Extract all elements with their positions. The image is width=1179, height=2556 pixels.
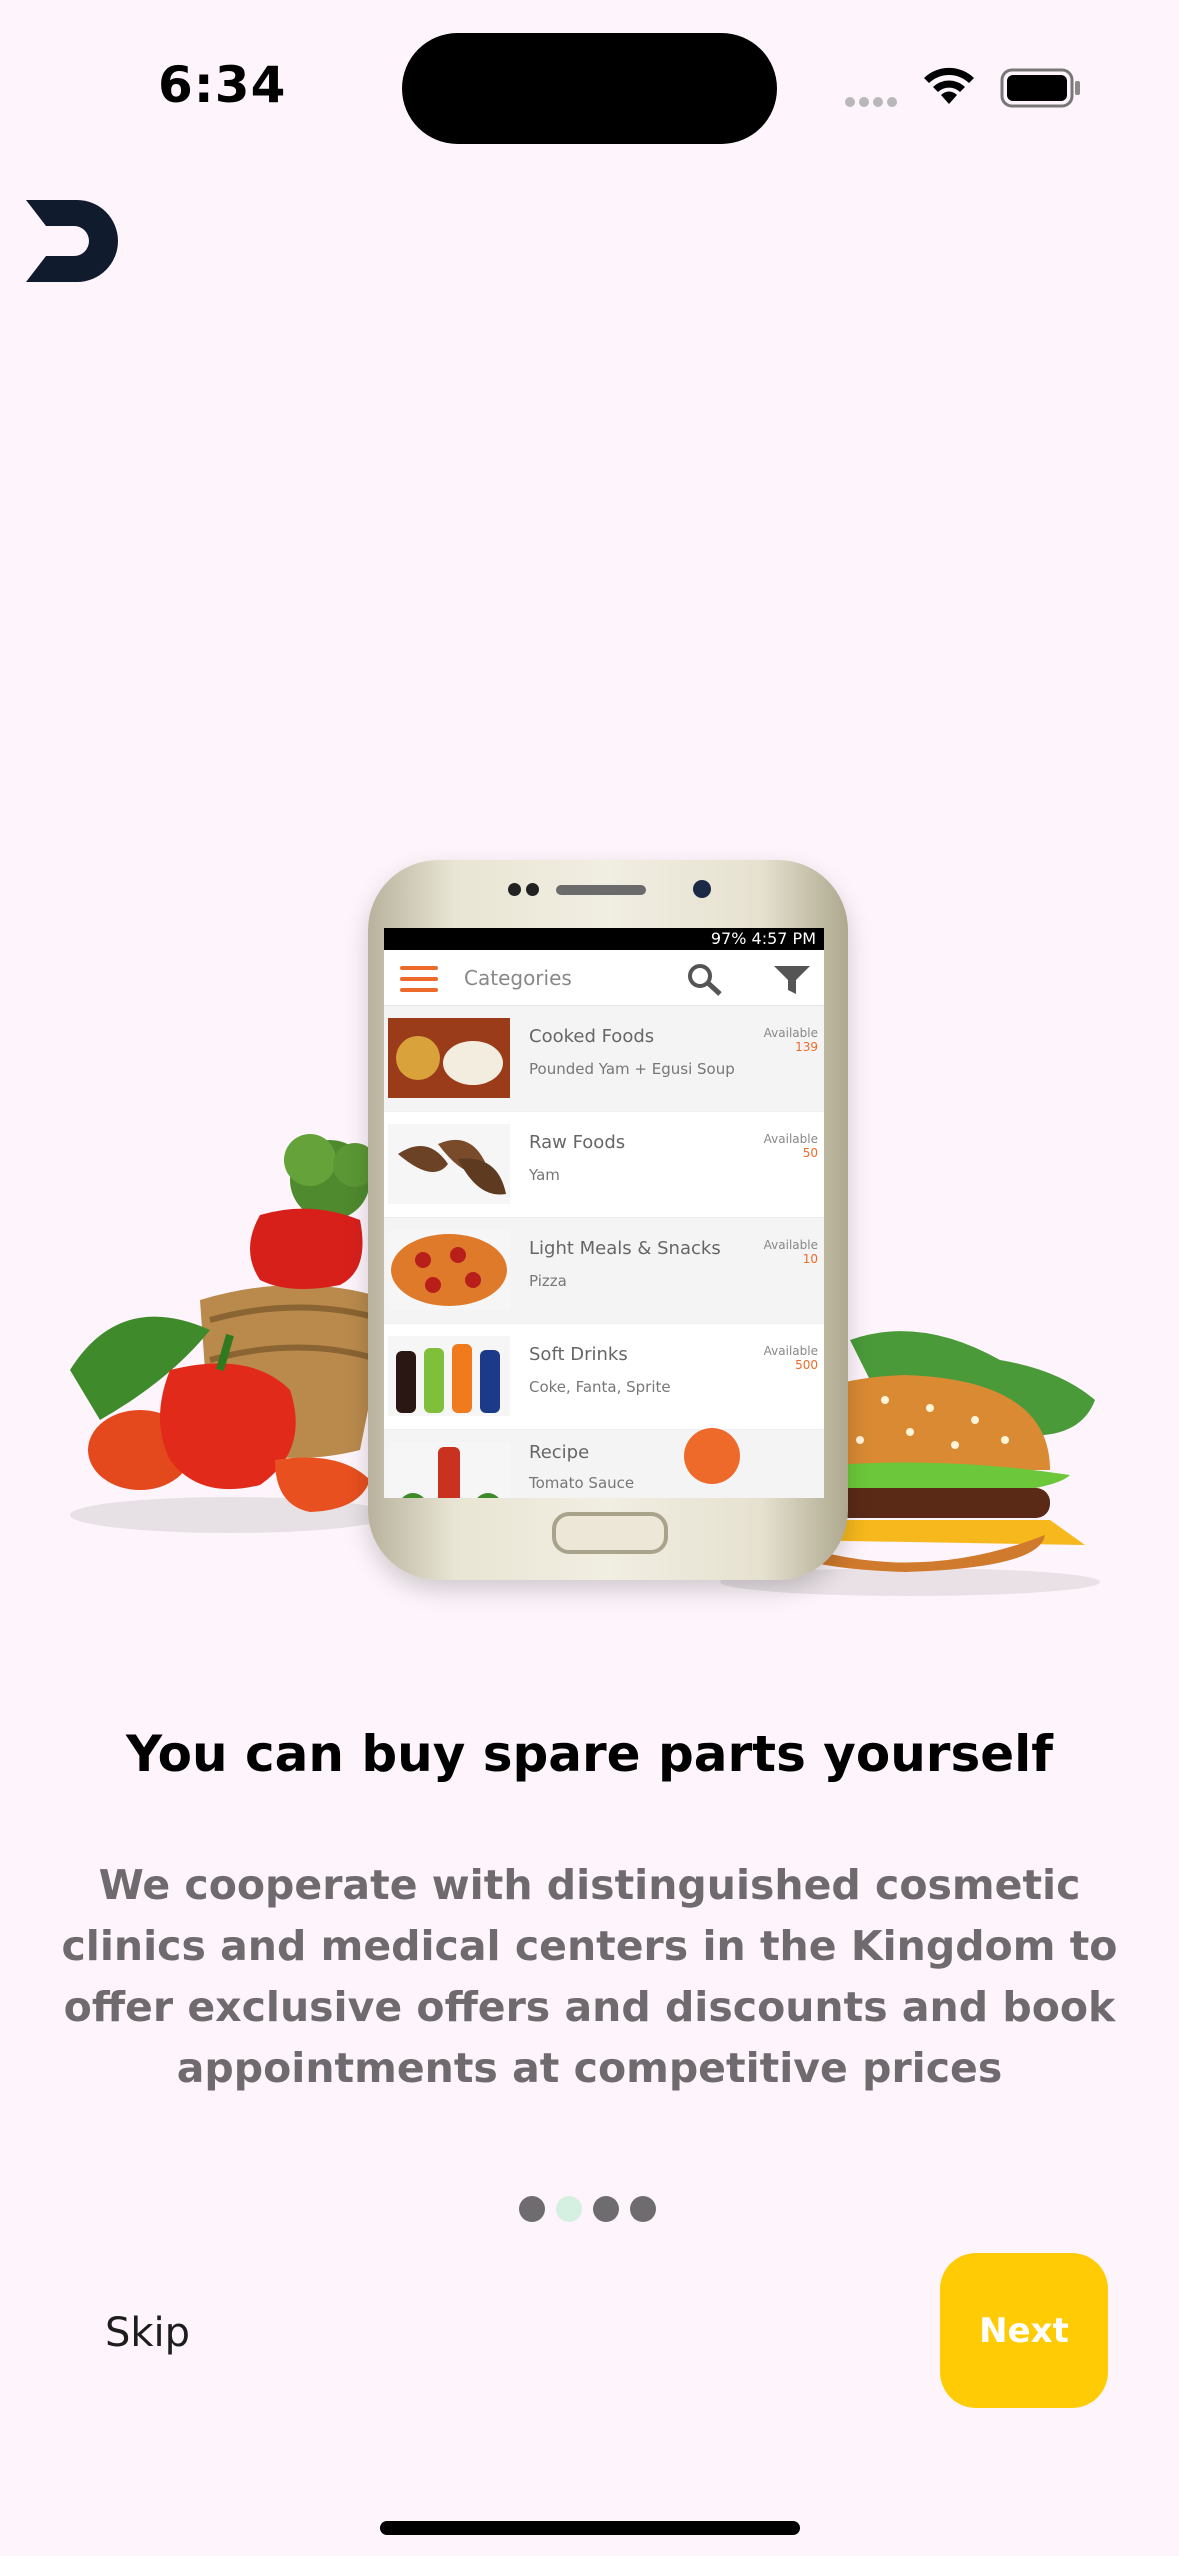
onboarding-title: You can buy spare parts yourself: [125, 1725, 1054, 1783]
category-image: [388, 1336, 510, 1416]
phone-sensor: [508, 883, 521, 896]
dynamic-island: [402, 33, 777, 144]
wifi-icon: [924, 67, 974, 104]
category-sub: Pounded Yam + Egusi Soup: [529, 1060, 735, 1078]
category-sub: Pizza: [529, 1272, 567, 1290]
menu-icon: [400, 966, 438, 992]
page-dot[interactable]: [519, 2196, 545, 2222]
filter-icon: [774, 966, 810, 994]
phone-mockup: 97% 4:57 PM Categories Cooked Foods Poun…: [368, 860, 848, 1580]
app-logo: [26, 200, 118, 282]
category-name: Soft Drinks: [529, 1344, 628, 1365]
category-image: [388, 1442, 510, 1498]
category-image: [388, 1018, 510, 1098]
availability-count: 500: [795, 1358, 818, 1372]
status-time: 6:34: [158, 56, 287, 114]
availability-count: 10: [802, 1252, 818, 1266]
skip-button[interactable]: Skip: [105, 2310, 190, 2356]
page-dot[interactable]: [593, 2196, 619, 2222]
availability-count: 139: [795, 1040, 818, 1054]
onboarding-description: We cooperate with distinguished cosmetic…: [61, 1861, 1118, 2092]
page-dot-active[interactable]: [556, 2196, 582, 2222]
availability: Available 139: [763, 1026, 818, 1054]
category-row: Light Meals & Snacks Pizza Available 10: [384, 1218, 824, 1324]
phone-status-bar: 97% 4:57 PM: [384, 928, 824, 950]
battery-icon: [1000, 68, 1080, 108]
phone-screen: 97% 4:57 PM Categories Cooked Foods Poun…: [384, 928, 824, 1498]
category-sub: Tomato Sauce: [529, 1474, 635, 1492]
availability: Available 10: [763, 1238, 818, 1266]
category-image: [388, 1230, 510, 1310]
page-indicator: [519, 2196, 667, 2222]
phone-toolbar-title: Categories: [464, 966, 572, 990]
availability: Available 500: [763, 1344, 818, 1372]
phone-sensor: [526, 883, 539, 896]
category-row: Soft Drinks Coke, Fanta, Sprite Availabl…: [384, 1324, 824, 1430]
next-button[interactable]: Next: [940, 2253, 1108, 2408]
category-name: Recipe: [529, 1442, 590, 1463]
home-indicator[interactable]: [380, 2521, 800, 2535]
category-name: Cooked Foods: [529, 1026, 655, 1047]
cart-fab-icon: [684, 1428, 740, 1484]
category-sub: Coke, Fanta, Sprite: [529, 1378, 671, 1396]
phone-camera: [693, 880, 711, 898]
availability-count: 50: [802, 1146, 818, 1160]
phone-speaker: [556, 885, 646, 895]
category-row: Cooked Foods Pounded Yam + Egusi Soup Av…: [384, 1006, 824, 1112]
signal-icon: [845, 92, 907, 107]
page-dot[interactable]: [630, 2196, 656, 2222]
category-sub: Yam: [529, 1166, 560, 1184]
category-row: Recipe Tomato Sauce: [384, 1430, 824, 1498]
category-name: Raw Foods: [529, 1132, 626, 1153]
hero-illustration: 97% 4:57 PM Categories Cooked Foods Poun…: [60, 860, 1120, 1640]
phone-home-button: [552, 1512, 668, 1554]
phone-toolbar: Categories: [384, 950, 824, 1006]
status-bar: 6:34: [0, 0, 1179, 150]
category-name: Light Meals & Snacks: [529, 1238, 721, 1259]
search-icon: [688, 964, 722, 996]
category-image: [388, 1124, 510, 1204]
category-row: Raw Foods Yam Available 50: [384, 1112, 824, 1218]
availability: Available 50: [763, 1132, 818, 1160]
vegetables-image: [70, 1134, 390, 1533]
